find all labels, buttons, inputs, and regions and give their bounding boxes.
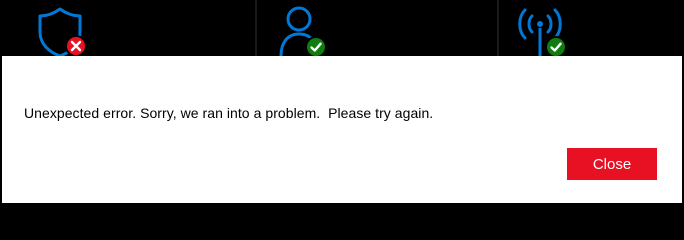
person-icon: [279, 6, 327, 58]
check-badge-icon: [545, 36, 567, 58]
network-tile[interactable]: [516, 6, 568, 58]
dialog-border: [0, 203, 684, 205]
wireless-icon: [518, 8, 567, 58]
error-message: Unexpected error. Sorry, we ran into a p…: [24, 105, 434, 121]
error-badge-icon: [65, 35, 87, 57]
error-dialog: Unexpected error. Sorry, we ran into a p…: [2, 56, 682, 203]
check-badge-icon: [305, 36, 327, 58]
dialog-border: [0, 56, 2, 205]
tile-divider: [255, 0, 257, 56]
account-tile[interactable]: [278, 6, 330, 58]
status-tiles-bar: [0, 0, 684, 56]
tile-divider: [497, 0, 499, 56]
close-button[interactable]: Close: [567, 148, 657, 180]
shield-tile[interactable]: [36, 6, 88, 58]
shield-icon: [38, 7, 87, 58]
